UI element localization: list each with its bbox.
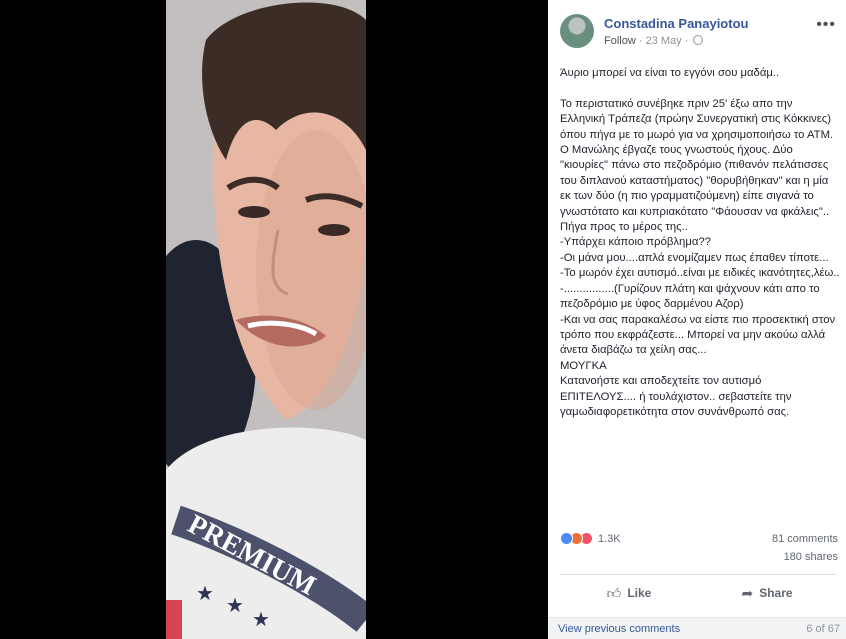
- meta-separator: ·: [638, 35, 646, 47]
- post-date[interactable]: 23 May: [646, 35, 682, 47]
- divider: [560, 574, 836, 575]
- comment-count: 6 of 67: [806, 623, 840, 635]
- follow-link[interactable]: Follow: [604, 35, 636, 47]
- post-header: Constadina Panayiotou Follow · 23 May · …: [560, 14, 836, 54]
- like-label: Like: [627, 586, 652, 600]
- svg-text:★: ★: [252, 609, 270, 631]
- post-panel: Constadina Panayiotou Follow · 23 May · …: [548, 0, 846, 639]
- photo-viewer: PREMIUM ★ ★ ★: [0, 0, 548, 639]
- share-button[interactable]: ➦ Share: [698, 578, 836, 608]
- more-options-icon[interactable]: •••: [816, 16, 836, 34]
- post-text: Άυριο μπορεί να είναι το εγγόνι σου μαδά…: [560, 67, 840, 418]
- like-reaction-icon: [560, 532, 573, 545]
- like-button[interactable]: 👍︎ Like: [560, 578, 698, 608]
- reactions[interactable]: 1.3K: [560, 532, 621, 545]
- meta-separator-2: ·: [684, 35, 692, 47]
- comments-footer: View previous comments 6 of 67: [548, 617, 846, 639]
- comments-count[interactable]: 81 comments: [772, 533, 838, 545]
- post-stats: 1.3K 81 comments 180 shares: [560, 530, 838, 570]
- post-actions: 👍︎ Like ➦ Share: [560, 578, 836, 608]
- post-photo[interactable]: PREMIUM ★ ★ ★: [166, 0, 366, 639]
- share-arrow-icon: ➦: [741, 584, 754, 601]
- author-name[interactable]: Constadina Panayiotou: [604, 16, 748, 31]
- reactions-count[interactable]: 1.3K: [598, 533, 621, 545]
- post-meta: Follow · 23 May ·: [604, 35, 704, 47]
- thumbs-up-icon: 👍︎: [606, 584, 622, 601]
- author-avatar[interactable]: [560, 14, 594, 48]
- svg-text:★: ★: [226, 595, 244, 617]
- shares-count[interactable]: 180 shares: [784, 551, 838, 563]
- svg-text:★: ★: [196, 583, 214, 605]
- view-previous-comments-link[interactable]: View previous comments: [558, 623, 680, 635]
- public-globe-icon[interactable]: [693, 35, 704, 45]
- share-label: Share: [759, 586, 793, 600]
